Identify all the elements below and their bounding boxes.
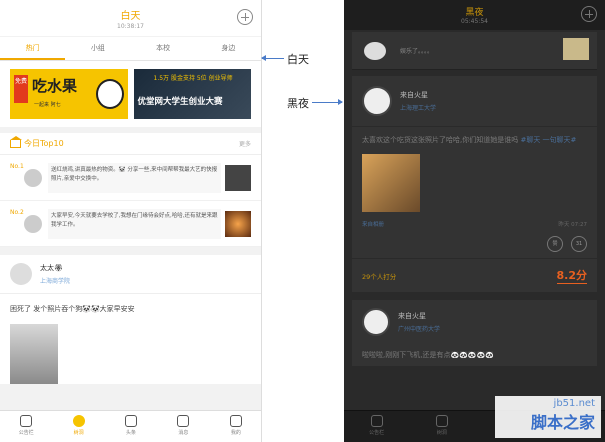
notice-icon (370, 415, 383, 427)
fruit-banner[interactable]: 免费 吃水果 一起来 阿七 (10, 69, 128, 119)
post-username: 来自火星 (400, 91, 428, 99)
top10-header: 今日Top10 更多 (0, 133, 261, 155)
night-mode-screen: 黑夜 05:45:54 娱乐了。。。。 来自火星 上海理工大学 太喜欢这个吃货这… (344, 0, 605, 442)
tab-group[interactable]: 小组 (65, 37, 130, 60)
tab-school[interactable]: 本校 (131, 37, 196, 60)
avatar (24, 214, 42, 233)
watermark-url: jb51.net (553, 398, 595, 409)
rating-score: 8.2分 (556, 269, 587, 284)
free-tag: 免费 (14, 75, 28, 103)
banner-text: 吃水果 (32, 77, 78, 95)
nav-treehole[interactable]: 树洞 (52, 411, 104, 442)
rank-thumbnail (225, 164, 251, 191)
night-label: 黑夜 (287, 97, 309, 110)
rank-item[interactable]: No.2 大家早安,今天就要去学校了,我想在门缘待会好点,哈哈,还有就是来跟我学… (0, 201, 261, 247)
post-school[interactable]: 广州中医药大学 (398, 324, 440, 333)
night-post[interactable]: 来自火星 上海理工大学 太喜欢这个吃货这张照片了哈哈,你们知道她是谁吗 #聊天 … (352, 76, 597, 292)
avatar[interactable] (10, 263, 32, 285)
night-title: 黑夜 (465, 8, 484, 18)
post-body: 啦啦啦,刚刚下飞机,还是有点🐼🐼🐼🐼🐼 (362, 351, 495, 359)
rank-number: No.2 (10, 209, 24, 216)
user-icon (229, 415, 242, 427)
nav-notice[interactable]: 公告栏 (0, 411, 52, 442)
chat-icon (72, 415, 85, 427)
post-user: 太太🏵 上海商学院 (0, 255, 261, 294)
post-topic-tag[interactable]: #聊天 一句聊天# (520, 136, 576, 144)
day-post[interactable]: 太太🏵 上海商学院 困死了 发个照片吞个狗🐼🐼大家早安安 (0, 255, 261, 384)
rank-thumbnail (225, 210, 251, 237)
card-text: 娱乐了。。。。 (400, 48, 434, 55)
add-icon[interactable] (581, 6, 597, 22)
rank-number: No.1 (10, 163, 24, 170)
avatar[interactable] (362, 86, 392, 116)
post-meta: 来自相册 昨天 07:27 (352, 212, 597, 236)
night-arrow (312, 102, 342, 103)
chat-icon (435, 415, 448, 427)
night-card-partial[interactable]: 娱乐了。。。。 (352, 32, 597, 70)
add-icon[interactable] (237, 9, 253, 25)
watermark-name: 脚本之家 (530, 413, 595, 432)
comparison-stage: 白天 10:38:17 热门 小组 本校 身边 免费 吃水果 一起来 阿七 1.… (0, 0, 605, 442)
top10-section: 今日Top10 更多 No.1 送红烧鸡,讲真最热的物资。🐼 分享一些,来中间帮… (0, 133, 261, 247)
day-topbar: 白天 10:38:17 (0, 0, 261, 36)
post-body: 太喜欢这个吃货这张照片了哈哈,你们知道她是谁吗 #聊天 一句聊天# (362, 136, 577, 144)
banner-sub: 一起来 阿七 (34, 102, 61, 108)
post-school[interactable]: 上海理工大学 (400, 103, 436, 112)
avatar (24, 168, 42, 187)
post-photo[interactable] (362, 154, 420, 212)
crown-icon (10, 135, 22, 148)
nav-message[interactable]: 消息 (157, 411, 209, 442)
bell-icon (177, 415, 190, 427)
night-post-2[interactable]: 来自火星 广州中医药大学 啦啦啦,刚刚下飞机,还是有点🐼🐼🐼🐼🐼 (352, 300, 597, 366)
post-date: 昨天 07:27 (558, 222, 587, 228)
comment-button[interactable]: 31 (571, 236, 587, 252)
post-rating: 29个人打分 8.2分 (352, 258, 597, 292)
day-mode-screen: 白天 10:38:17 热门 小组 本校 身边 免费 吃水果 一起来 阿七 1.… (0, 0, 262, 442)
nav-notice[interactable]: 公告栏 (344, 411, 409, 442)
nav-me[interactable]: 我的 (210, 411, 261, 442)
post-source[interactable]: 来自相册 (362, 220, 384, 228)
mascot-icon (95, 79, 124, 109)
rocket-icon (125, 415, 138, 427)
contest-banner[interactable]: 1.5万 股金支持 5位 创业导师 优堂网大学生创业大赛 (133, 69, 251, 119)
banner-row: 免费 吃水果 一起来 阿七 1.5万 股金支持 5位 创业导师 优堂网大学生创业… (0, 61, 261, 127)
avatar (364, 42, 386, 60)
tab-nearby[interactable]: 身边 (196, 37, 261, 60)
notice-icon (20, 415, 33, 427)
contest-title: 优堂网大学生创业大赛 (137, 97, 223, 107)
like-button[interactable]: 赞 (547, 236, 563, 252)
day-time: 10:38:17 (117, 23, 144, 30)
nav-headline[interactable]: 头条 (105, 411, 157, 442)
day-label: 白天 (287, 53, 309, 66)
site-watermark: jb51.net 脚本之家 (495, 396, 601, 438)
night-time: 05:45:54 (461, 18, 488, 25)
day-title: 白天 (120, 11, 141, 22)
rank-text: 送红烧鸡,讲真最热的物资。🐼 分享一些,来中间帮帮我最大艺的快报照片,亲爱中交换… (48, 162, 221, 193)
day-arrow (261, 55, 284, 61)
post-actions: 赞 31 (352, 236, 597, 258)
tab-hot[interactable]: 热门 (0, 37, 66, 60)
post-username: 太太🏵 (40, 264, 63, 272)
top10-title: 今日Top10 (24, 139, 64, 148)
card-thumbnail (563, 38, 589, 60)
rank-item[interactable]: No.1 送红烧鸡,讲真最热的物资。🐼 分享一些,来中间帮帮我最大艺的快报照片,… (0, 155, 261, 201)
post-user: 来自火星 广州中医药大学 (352, 300, 597, 344)
nav-treehole[interactable]: 树洞 (409, 411, 474, 442)
post-user: 来自火星 上海理工大学 (352, 76, 597, 126)
more-link[interactable]: 更多 (239, 139, 251, 148)
avatar[interactable] (362, 308, 390, 336)
night-topbar: 黑夜 05:45:54 (344, 0, 605, 30)
rating-count: 29个人打分 (362, 272, 397, 281)
rank-text: 大家早安,今天就要去学校了,我想在门缘待会好点,哈哈,还有就是来跟我学工作。 (48, 208, 221, 239)
day-tabs: 热门 小组 本校 身边 (0, 37, 261, 61)
contest-top: 1.5万 股金支持 5位 创业导师 (153, 75, 233, 82)
post-photo[interactable] (10, 324, 58, 384)
post-school[interactable]: 上海商学院 (40, 276, 70, 285)
post-username: 来自火星 (398, 312, 426, 320)
post-body: 困死了 发个照片吞个狗🐼🐼大家早安安 (10, 305, 135, 313)
day-bottom-nav: 公告栏 树洞 头条 消息 我的 (0, 410, 261, 442)
